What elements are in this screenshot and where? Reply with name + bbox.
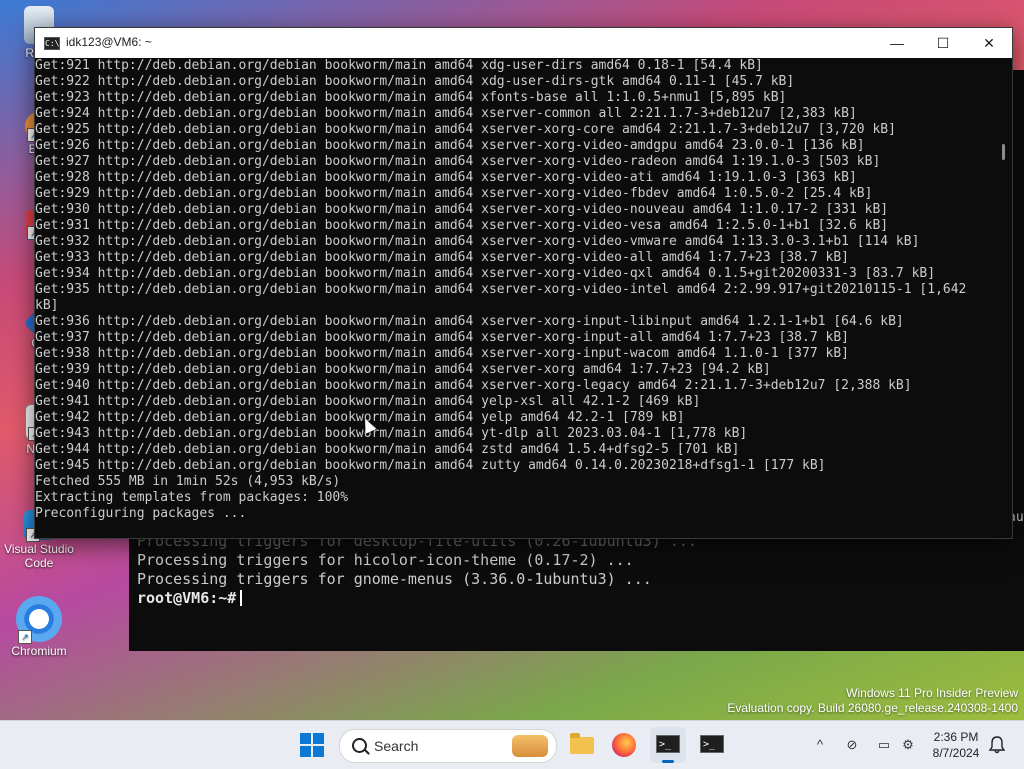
scrollbar-thumb[interactable]: [1002, 144, 1005, 160]
terminal-content[interactable]: Get:921 http://deb.debian.org/debian boo…: [35, 58, 996, 538]
close-button[interactable]: ✕: [966, 28, 1012, 58]
terminal-icon: >_: [700, 735, 724, 753]
window-title: idk123@VM6: ~: [66, 35, 152, 49]
watermark-line: Evaluation copy. Build 26080.ge_release.…: [727, 701, 1018, 715]
desktop-icon-label: Visual Studio Code: [4, 542, 74, 570]
terminal-line: Processing triggers for gnome-menus (3.3…: [137, 570, 652, 588]
maximize-button[interactable]: ☐: [920, 28, 966, 58]
search-label: Search: [374, 738, 419, 754]
settings-icon[interactable]: ⚙: [898, 735, 918, 755]
show-hidden-icons-chevron-icon[interactable]: ^: [810, 735, 830, 755]
background-terminal-output: Processing triggers for desktop-file-uti…: [137, 532, 697, 608]
taskbar: Search >_ >_ ^ ⊘ ▭ ⚙ 2:36 PM 8/7/2024: [0, 720, 1024, 769]
start-button[interactable]: [300, 733, 324, 757]
firefox-icon: [612, 733, 636, 757]
taskbar-terminal-active[interactable]: >_: [650, 727, 686, 763]
terminal-output: Get:921 http://deb.debian.org/debian boo…: [35, 58, 967, 521]
folder-icon: [570, 733, 594, 754]
desktop-icon-chromium[interactable]: ↗ Chromium: [4, 596, 74, 658]
clock[interactable]: 2:36 PM 8/7/2024: [926, 729, 986, 761]
watermark-line: Windows 11 Pro Insider Preview: [846, 686, 1018, 700]
terminal-icon: >_: [656, 735, 680, 753]
network-disconnected-icon[interactable]: ⊘: [842, 735, 862, 755]
taskbar-file-explorer[interactable]: [563, 727, 599, 763]
notification-bell-icon[interactable]: [988, 735, 1006, 755]
chromium-icon: ↗: [16, 596, 62, 644]
display-icon[interactable]: ▭: [874, 735, 894, 755]
title-bar[interactable]: C:\ idk123@VM6: ~ — ☐ ✕: [35, 28, 1012, 58]
scrollbar[interactable]: [996, 58, 1012, 538]
taskbar-search-box[interactable]: Search: [339, 729, 557, 763]
desktop-icon-label: Chromium: [11, 644, 67, 658]
terminal-prompt: root@VM6:~#: [137, 589, 237, 607]
active-indicator: [662, 760, 674, 763]
terminal-window[interactable]: C:\ idk123@VM6: ~ — ☐ ✕ Get:921 http://d…: [34, 27, 1013, 539]
evaluation-watermark: Windows 11 Pro Insider Preview Evaluatio…: [727, 686, 1018, 716]
minimize-button[interactable]: —: [874, 28, 920, 58]
terminal-app-icon: C:\: [44, 37, 60, 50]
text-cursor: [240, 590, 243, 606]
clock-time: 2:36 PM: [933, 730, 979, 744]
clock-date: 8/7/2024: [932, 746, 980, 760]
taskbar-terminal[interactable]: >_: [694, 727, 730, 763]
search-highlight-icon: [512, 735, 548, 757]
terminal-line: Processing triggers for hicolor-icon-the…: [137, 551, 634, 569]
taskbar-firefox[interactable]: [606, 727, 642, 763]
search-icon: [352, 738, 367, 753]
